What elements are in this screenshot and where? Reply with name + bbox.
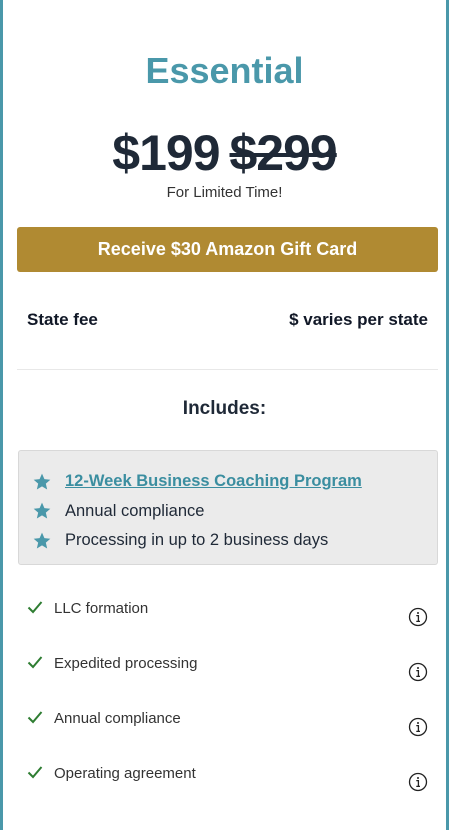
includes-box: 12-Week Business Coaching Program Annual… xyxy=(18,450,438,565)
feature-item: Expedited processing xyxy=(27,651,428,706)
check-icon xyxy=(27,766,43,779)
current-price: $199 xyxy=(112,125,220,181)
info-icon[interactable] xyxy=(408,662,428,682)
feature-label: LLC formation xyxy=(54,600,149,617)
state-fee-label: State fee xyxy=(27,310,98,329)
pricing-card: Essential $199 $299 For Limited Time! Rec… xyxy=(0,0,449,830)
divider xyxy=(17,369,438,370)
info-icon[interactable] xyxy=(408,717,428,737)
feature-item: Operating agreement xyxy=(27,761,428,816)
feature-label: Operating agreement xyxy=(54,765,196,782)
price-row: $199 $299 xyxy=(3,124,446,182)
includes-item: Annual compliance xyxy=(19,497,437,527)
feature-label: Expedited processing xyxy=(54,655,198,672)
feature-label: Annual compliance xyxy=(54,710,181,727)
includes-item-label: Annual compliance xyxy=(65,501,205,520)
includes-item: Processing in up to 2 business days xyxy=(19,526,437,556)
star-icon xyxy=(33,502,51,519)
star-icon xyxy=(33,532,51,549)
check-icon xyxy=(27,711,43,724)
coaching-program-link[interactable]: 12-Week Business Coaching Program xyxy=(65,472,362,491)
gift-card-button[interactable]: Receive $30 Amazon Gift Card xyxy=(17,227,438,272)
info-icon[interactable] xyxy=(408,772,428,792)
feature-item: Annual compliance xyxy=(27,706,428,761)
original-price: $299 xyxy=(229,125,338,181)
feature-item: LLC formation xyxy=(27,596,428,651)
feature-list: LLC formation Expedited processing Annua… xyxy=(27,596,428,816)
check-icon xyxy=(27,656,43,669)
info-icon[interactable] xyxy=(408,607,428,627)
plan-title: Essential xyxy=(145,50,304,91)
limited-time-note: For Limited Time! xyxy=(166,184,283,201)
includes-item: 12-Week Business Coaching Program xyxy=(19,467,437,497)
star-icon xyxy=(33,473,51,490)
check-icon xyxy=(27,601,43,614)
includes-title: Includes: xyxy=(182,398,267,419)
state-fee-value: $ varies per state xyxy=(289,310,428,329)
state-fee-row: State fee $ varies per state xyxy=(27,310,428,330)
includes-item-label: Processing in up to 2 business days xyxy=(65,531,329,550)
